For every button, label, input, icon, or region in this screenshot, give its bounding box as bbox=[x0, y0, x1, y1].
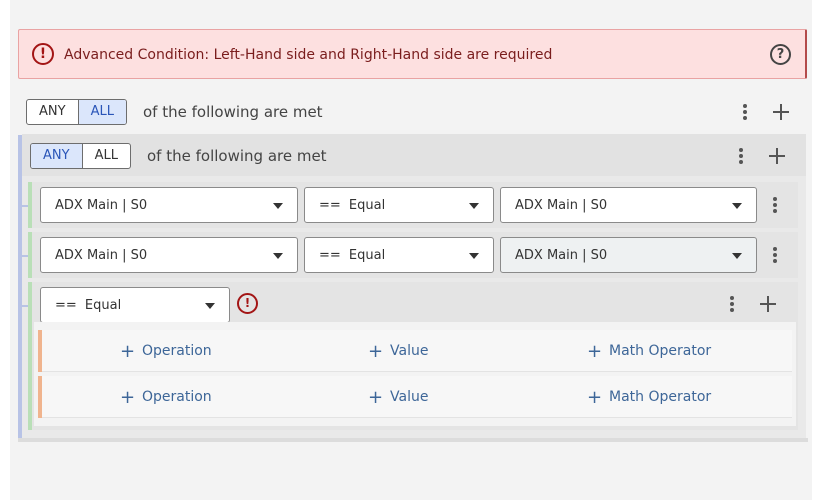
root-add-icon[interactable] bbox=[772, 103, 790, 121]
lhs-select[interactable]: ADX Main | S0 bbox=[40, 237, 298, 273]
operator-value: == Equal bbox=[319, 248, 386, 263]
nested-more-icon[interactable] bbox=[736, 146, 746, 166]
condition-rail bbox=[28, 282, 32, 430]
rhs-select[interactable]: ADX Main | S0 bbox=[500, 187, 757, 223]
add-math-operator-button[interactable]: + Math Operator bbox=[587, 341, 712, 362]
advanced-more-icon[interactable] bbox=[727, 294, 737, 314]
nested-group-label: of the following are met bbox=[147, 147, 327, 165]
advanced-operator-select[interactable]: == Equal bbox=[40, 287, 230, 323]
add-operation-button[interactable]: + Operation bbox=[120, 387, 212, 408]
chevron-down-icon bbox=[273, 253, 283, 259]
expression-rail bbox=[38, 330, 42, 372]
nested-any-all-toggle: ANY ALL bbox=[30, 143, 131, 169]
add-math-operator-button[interactable]: + Math Operator bbox=[587, 387, 712, 408]
condition-more-icon[interactable] bbox=[770, 195, 780, 215]
alert-message: Advanced Condition: Left-Hand side and R… bbox=[64, 47, 553, 63]
plus-icon: + bbox=[368, 341, 384, 362]
tree-connector bbox=[22, 255, 28, 257]
operator-value: == Equal bbox=[319, 198, 386, 213]
lhs-value: ADX Main | S0 bbox=[55, 198, 148, 213]
condition-rail bbox=[28, 182, 32, 228]
tree-connector bbox=[22, 205, 28, 207]
add-operation-label: Operation bbox=[142, 343, 212, 359]
lhs-select[interactable]: ADX Main | S0 bbox=[40, 187, 298, 223]
chevron-down-icon bbox=[273, 203, 283, 209]
advanced-add-icon[interactable] bbox=[759, 295, 777, 313]
operator-value: == Equal bbox=[55, 298, 122, 313]
add-value-button[interactable]: + Value bbox=[368, 341, 429, 362]
root-group-label: of the following are met bbox=[143, 103, 323, 121]
add-operation-label: Operation bbox=[142, 389, 212, 405]
error-alert: ! Advanced Condition: Left-Hand side and… bbox=[18, 29, 807, 79]
expression-rail bbox=[38, 376, 42, 418]
root-more-icon[interactable] bbox=[740, 102, 750, 122]
condition-rail bbox=[28, 232, 32, 278]
plus-icon: + bbox=[368, 387, 384, 408]
nested-any-button[interactable]: ANY bbox=[31, 144, 82, 168]
rhs-value: ADX Main | S0 bbox=[515, 198, 608, 213]
operator-select[interactable]: == Equal bbox=[304, 237, 494, 273]
plus-icon: + bbox=[587, 387, 603, 408]
add-operation-button[interactable]: + Operation bbox=[120, 341, 212, 362]
root-any-all-toggle: ANY ALL bbox=[26, 99, 127, 125]
rhs-select[interactable]: ADX Main | S0 bbox=[500, 237, 757, 273]
chevron-down-icon bbox=[732, 253, 742, 259]
condition-more-icon[interactable] bbox=[770, 245, 780, 265]
tree-connector bbox=[22, 305, 28, 307]
root-any-button[interactable]: ANY bbox=[27, 100, 78, 124]
root-all-button[interactable]: ALL bbox=[77, 100, 126, 124]
plus-icon: + bbox=[120, 341, 136, 362]
root-group-bottom-border bbox=[18, 438, 808, 442]
help-icon[interactable]: ? bbox=[770, 44, 791, 65]
plus-icon: + bbox=[587, 341, 603, 362]
nested-group-header bbox=[22, 134, 806, 176]
add-value-label: Value bbox=[390, 389, 429, 405]
plus-icon: + bbox=[120, 387, 136, 408]
error-icon: ! bbox=[32, 43, 54, 65]
chevron-down-icon bbox=[469, 203, 479, 209]
validation-error-icon: ! bbox=[237, 293, 258, 314]
chevron-down-icon bbox=[469, 253, 479, 259]
add-math-operator-label: Math Operator bbox=[609, 343, 712, 359]
add-value-button[interactable]: + Value bbox=[368, 387, 429, 408]
lhs-value: ADX Main | S0 bbox=[55, 248, 148, 263]
nested-all-button[interactable]: ALL bbox=[81, 144, 130, 168]
rhs-value: ADX Main | S0 bbox=[515, 248, 608, 263]
add-value-label: Value bbox=[390, 343, 429, 359]
chevron-down-icon bbox=[732, 203, 742, 209]
nested-add-icon[interactable] bbox=[768, 147, 786, 165]
operator-select[interactable]: == Equal bbox=[304, 187, 494, 223]
add-math-operator-label: Math Operator bbox=[609, 389, 712, 405]
chevron-down-icon bbox=[205, 303, 215, 309]
